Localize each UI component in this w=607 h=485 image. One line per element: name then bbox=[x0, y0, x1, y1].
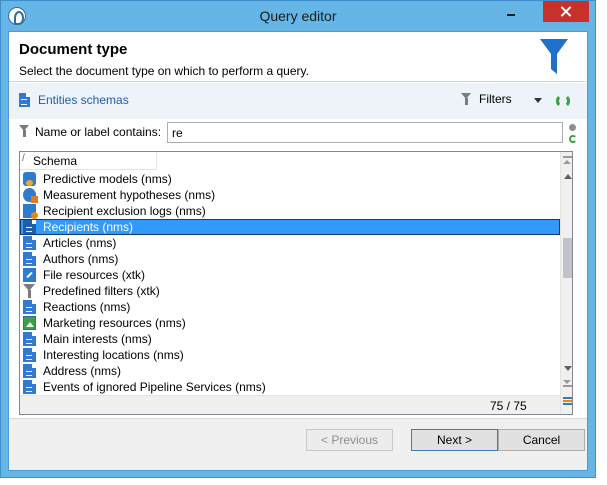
list-item[interactable]: Authors (nms) bbox=[20, 251, 560, 267]
schema-doc-icon bbox=[19, 93, 30, 107]
schema-doc-icon bbox=[23, 236, 36, 250]
entities-schemas-link[interactable]: Entities schemas bbox=[19, 93, 129, 107]
schema-doc-icon bbox=[23, 348, 36, 362]
schema-list[interactable]: / Schema Predictive models (nms) Measure… bbox=[19, 151, 573, 415]
entities-schemas-label: Entities schemas bbox=[38, 93, 129, 107]
list-item[interactable]: Recipient exclusion logs (nms) bbox=[20, 203, 560, 219]
refresh-icon[interactable] bbox=[569, 135, 577, 143]
list-item[interactable]: Interesting locations (nms) bbox=[20, 347, 560, 363]
list-item-label: Articles (nms) bbox=[43, 236, 117, 250]
predictive-model-icon bbox=[23, 172, 36, 186]
cancel-button[interactable]: Cancel bbox=[498, 429, 585, 451]
dialog-header: Document type Select the document type o… bbox=[9, 32, 587, 82]
schema-doc-icon bbox=[23, 300, 36, 314]
list-item-label: Address (nms) bbox=[43, 364, 122, 378]
chevron-down-icon[interactable] bbox=[534, 98, 542, 103]
filter-icon bbox=[23, 284, 36, 298]
list-menu-icon[interactable] bbox=[563, 397, 572, 405]
button-bar: < Previous Next > Cancel bbox=[9, 418, 587, 470]
list-item-label: Reactions (nms) bbox=[43, 300, 131, 314]
scroll-to-top-icon[interactable] bbox=[563, 156, 572, 164]
list-item-label: Measurement hypotheses (nms) bbox=[43, 188, 216, 202]
list-item[interactable]: Events of ignored Pipeline Services (nms… bbox=[20, 379, 560, 395]
list-item[interactable]: Reactions (nms) bbox=[20, 299, 560, 315]
list-item-label: Events of ignored Pipeline Services (nms… bbox=[43, 380, 266, 394]
list-item[interactable]: File resources (xtk) bbox=[20, 267, 560, 283]
list-item[interactable]: Marketing resources (nms) bbox=[20, 315, 560, 331]
list-status-bar: 75 / 75 bbox=[20, 395, 560, 414]
vertical-scrollbar[interactable] bbox=[560, 152, 572, 414]
query-editor-window: Query editor Document type Select the do… bbox=[0, 0, 596, 478]
list-item-label: File resources (xtk) bbox=[43, 268, 146, 282]
schema-doc-icon bbox=[23, 380, 36, 394]
filters-label: Filters bbox=[479, 92, 512, 106]
column-header-schema[interactable]: / Schema bbox=[20, 152, 157, 170]
list-item[interactable]: Main interests (nms) bbox=[20, 331, 560, 347]
close-button[interactable] bbox=[543, 1, 589, 22]
list-item-selected[interactable]: Recipients (nms) bbox=[20, 219, 560, 235]
list-item-label: Predictive models (nms) bbox=[43, 172, 172, 186]
list-item-label: Marketing resources (nms) bbox=[43, 316, 186, 330]
funnel-icon bbox=[540, 39, 568, 74]
previous-button[interactable]: < Previous bbox=[306, 429, 393, 451]
title-bar[interactable]: Query editor bbox=[1, 1, 595, 31]
list-item[interactable]: Predictive models (nms) bbox=[20, 171, 560, 187]
toolbar: Entities schemas Filters bbox=[9, 83, 587, 119]
schema-doc-icon bbox=[23, 364, 36, 378]
column-header-label: Schema bbox=[33, 154, 78, 168]
refresh-icon[interactable] bbox=[556, 94, 570, 108]
filter-icon bbox=[19, 125, 30, 137]
schema-doc-icon bbox=[23, 220, 36, 234]
list-item-label: Authors (nms) bbox=[43, 252, 119, 266]
record-count: 75 / 75 bbox=[490, 399, 527, 413]
next-button[interactable]: Next > bbox=[411, 429, 498, 451]
clear-icon[interactable] bbox=[569, 124, 576, 131]
minimize-button[interactable] bbox=[498, 2, 524, 22]
list-item[interactable]: Address (nms) bbox=[20, 363, 560, 379]
dialog-body: Document type Select the document type o… bbox=[8, 31, 588, 471]
schema-rows: Predictive models (nms) Measurement hypo… bbox=[20, 171, 560, 395]
list-item-label: Predefined filters (xtk) bbox=[43, 284, 160, 298]
sort-icon: / bbox=[22, 153, 25, 164]
image-icon bbox=[23, 316, 36, 330]
schema-doc-icon bbox=[23, 252, 36, 266]
list-item[interactable]: Measurement hypotheses (nms) bbox=[20, 187, 560, 203]
page-title: Document type bbox=[19, 41, 128, 58]
scrollbar-thumb[interactable] bbox=[563, 238, 572, 278]
list-item-label: Main interests (nms) bbox=[43, 332, 152, 346]
file-resource-icon bbox=[23, 268, 36, 282]
list-item-label: Recipient exclusion logs (nms) bbox=[43, 204, 206, 218]
scroll-down-arrow-icon[interactable] bbox=[564, 366, 572, 371]
schema-doc-icon bbox=[23, 332, 36, 346]
page-subtitle: Select the document type on which to per… bbox=[19, 64, 309, 78]
list-item-label: Interesting locations (nms) bbox=[43, 348, 184, 362]
list-item-label: Recipients (nms) bbox=[43, 220, 134, 234]
list-item[interactable]: Predefined filters (xtk) bbox=[20, 283, 560, 299]
exclusion-log-icon bbox=[23, 204, 38, 219]
search-input[interactable] bbox=[167, 122, 563, 143]
scroll-up-arrow-icon[interactable] bbox=[564, 174, 572, 179]
list-item[interactable]: Articles (nms) bbox=[20, 235, 560, 251]
filters-button[interactable]: Filters bbox=[461, 92, 512, 106]
search-label: Name or label contains: bbox=[35, 125, 162, 139]
filter-icon bbox=[461, 93, 472, 105]
scroll-to-bottom-icon[interactable] bbox=[563, 380, 572, 388]
hypothesis-icon bbox=[23, 188, 38, 203]
